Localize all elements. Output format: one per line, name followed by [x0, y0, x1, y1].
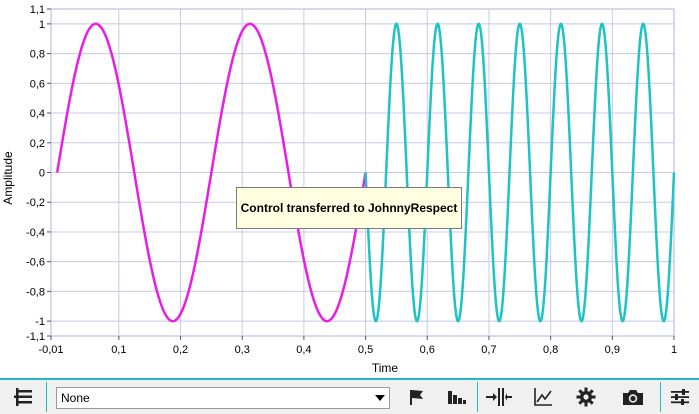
y-tick-label: 1	[39, 19, 45, 31]
toolbar-separator	[46, 382, 47, 412]
x-tick-label: 0,2	[173, 344, 188, 356]
trend-icon[interactable]	[529, 380, 557, 414]
toolbar-separator	[477, 382, 478, 412]
x-tick-label: 0,7	[481, 344, 496, 356]
y-tick-label: -0,4	[26, 227, 45, 239]
x-tick-label: 0,1	[111, 344, 126, 356]
x-tick-label: 0,3	[235, 344, 250, 356]
bottom-toolbar: None	[0, 378, 699, 414]
y-tick-label: 1,1	[30, 4, 45, 16]
x-tick-label: 1	[671, 344, 677, 356]
y-tick-label: -1,1	[26, 331, 45, 343]
x-tick-label: 0,6	[420, 344, 435, 356]
x-tick-label: 0,4	[296, 344, 311, 356]
y-tick-label: 0,8	[30, 49, 45, 61]
y-tick-label: 0,6	[30, 78, 45, 90]
y-tick-label: -0,2	[26, 197, 45, 209]
gear-icon[interactable]	[572, 380, 600, 414]
flag-icon[interactable]	[404, 380, 430, 414]
histogram-icon[interactable]	[444, 380, 470, 414]
x-tick-label: 0,8	[543, 344, 558, 356]
legend-icon[interactable]	[10, 380, 40, 414]
status-tooltip: Control transferred to JohnnyRespect	[236, 187, 462, 229]
chevron-down-icon[interactable]	[371, 388, 389, 408]
y-tick-label: -0,8	[26, 286, 45, 298]
camera-icon[interactable]	[618, 380, 648, 414]
y-tick-label: 0,2	[30, 138, 45, 150]
x-axis-label: Time	[372, 361, 399, 375]
y-tick-label: 0	[39, 168, 45, 180]
y-tick-label: 0,4	[30, 108, 45, 120]
fit-width-icon[interactable]	[484, 380, 514, 414]
y-axis-label: Amplitude	[1, 151, 15, 205]
x-tick-label: 0,5	[358, 344, 373, 356]
x-tick-label: 0,9	[605, 344, 620, 356]
toolbar-separator	[660, 382, 661, 412]
x-tick-label: -0,01	[38, 344, 63, 356]
series-selector-value: None	[61, 391, 90, 405]
y-tick-label: -0,6	[26, 257, 45, 269]
y-tick-label: -1	[35, 316, 45, 328]
sliders-icon[interactable]	[666, 380, 694, 414]
series-selector[interactable]: None	[56, 387, 390, 409]
